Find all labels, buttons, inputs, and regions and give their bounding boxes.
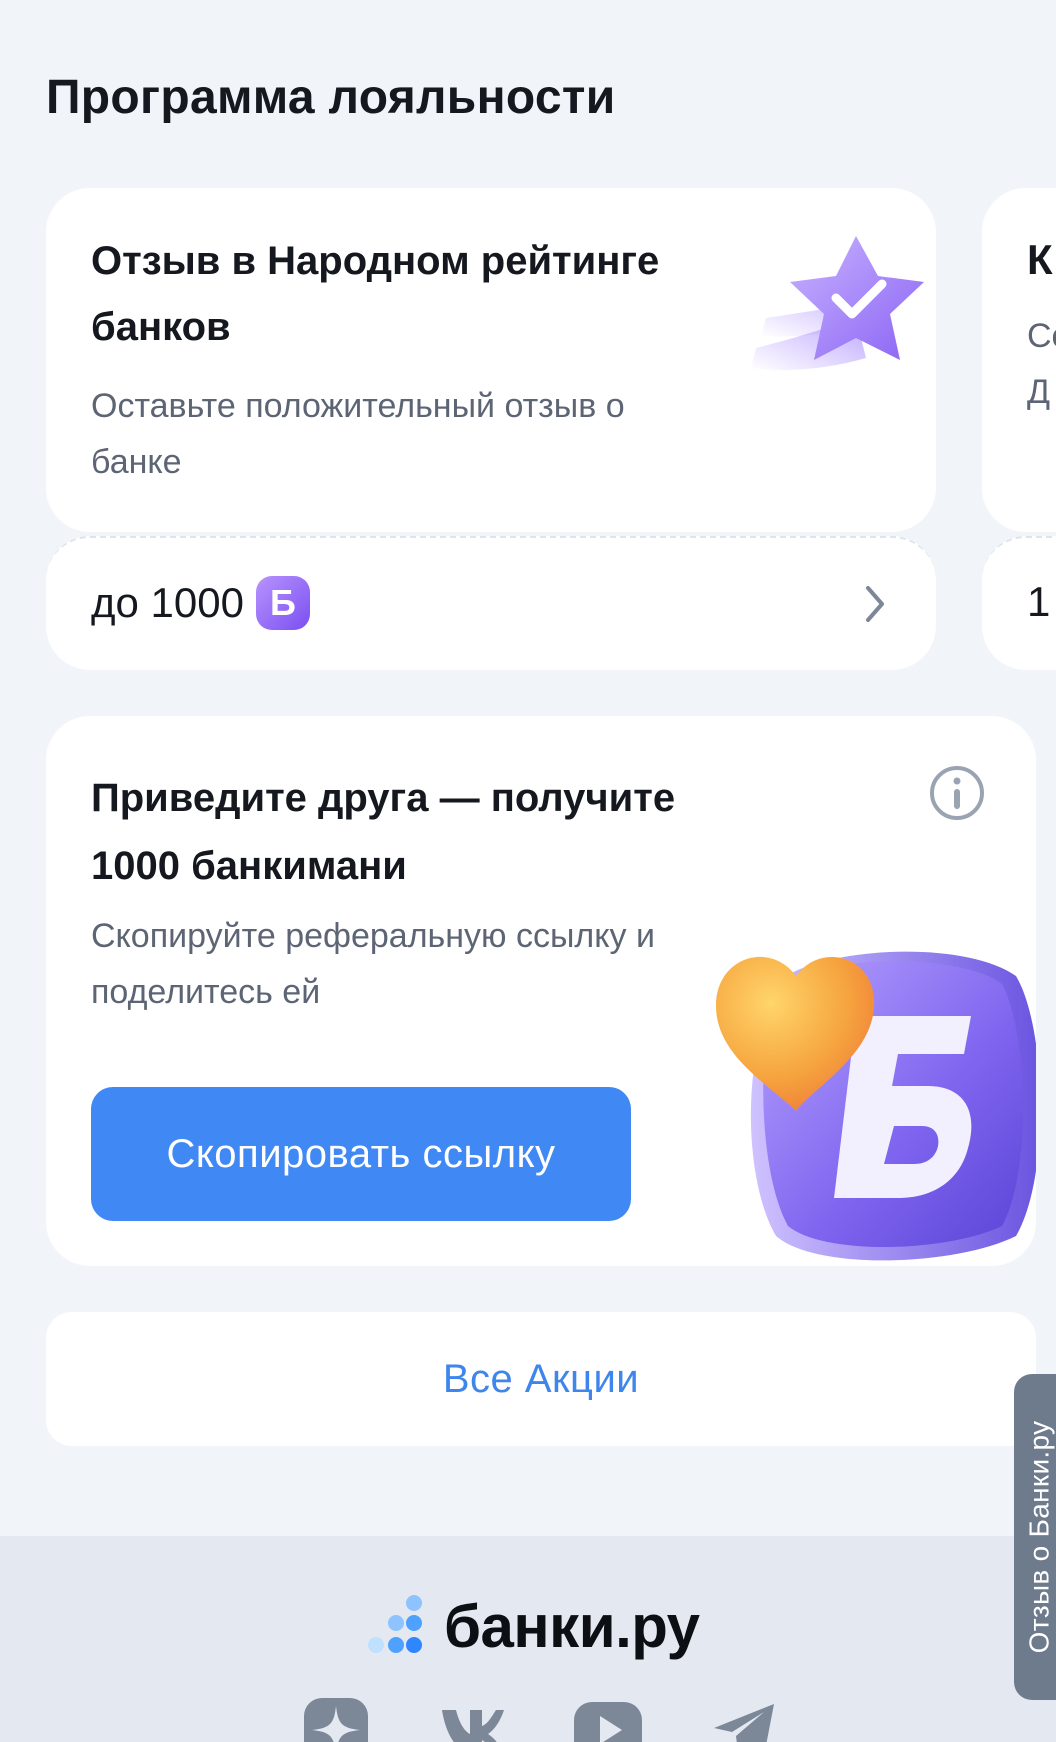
youtube-icon[interactable] <box>574 1696 642 1742</box>
loyalty-card-next-reward[interactable]: 1 <box>982 536 1056 670</box>
loyalty-card-review[interactable]: Отзыв в Народном рейтинге банков Оставьт… <box>46 188 936 532</box>
social-links <box>302 1696 782 1742</box>
chevron-right-icon <box>866 586 884 622</box>
section-title: Программа лояльности <box>46 71 616 124</box>
banki-logo[interactable]: банки.ру <box>362 1586 700 1666</box>
copy-link-button[interactable]: Скопировать ссылку <box>91 1087 631 1221</box>
telegram-icon[interactable] <box>710 1696 778 1742</box>
referral-subtitle: Скопируйте реферальную ссылку и поделите… <box>91 917 655 1011</box>
referral-title: Приведите друга — получите 1000 банкиман… <box>91 776 676 888</box>
card-title: Отзыв в Народном рейтинге банков <box>91 239 660 349</box>
reward-amount: до 1000 Б <box>91 538 310 668</box>
loyalty-card-review-reward[interactable]: до 1000 Б <box>46 536 936 670</box>
info-icon[interactable] <box>928 764 986 822</box>
card-subtitle: Оставьте положительный отзыв о банке <box>91 387 625 481</box>
feedback-tab[interactable]: Отзыв о Банки.ру <box>1014 1374 1056 1700</box>
logo-text: банки.ру <box>444 1592 700 1660</box>
referral-card: Приведите друга — получите 1000 банкиман… <box>46 716 1036 1266</box>
heart-coin-illustration <box>716 951 1036 1261</box>
logo-dots-icon <box>368 1595 422 1653</box>
footer: банки.ру <box>0 1536 1056 1742</box>
reward-text: до 1000 <box>91 579 244 626</box>
loyalty-card-next[interactable]: К Со Д <box>982 188 1056 532</box>
dzen-icon[interactable] <box>302 1696 370 1742</box>
all-promotions-link[interactable]: Все Акции <box>46 1312 1036 1446</box>
card-title: К <box>1027 236 1053 283</box>
bankimani-badge-icon: Б <box>255 576 310 630</box>
reward-text: 1 <box>1027 578 1051 625</box>
feedback-tab-label: Отзыв о Банки.ру <box>1023 1420 1054 1654</box>
card-subtitle: Со Д <box>1027 317 1056 411</box>
loyalty-page: Программа лояльности Отзыв в Народном ре… <box>0 0 1056 1742</box>
star-check-illustration <box>751 236 924 370</box>
vk-icon[interactable] <box>438 1696 506 1742</box>
